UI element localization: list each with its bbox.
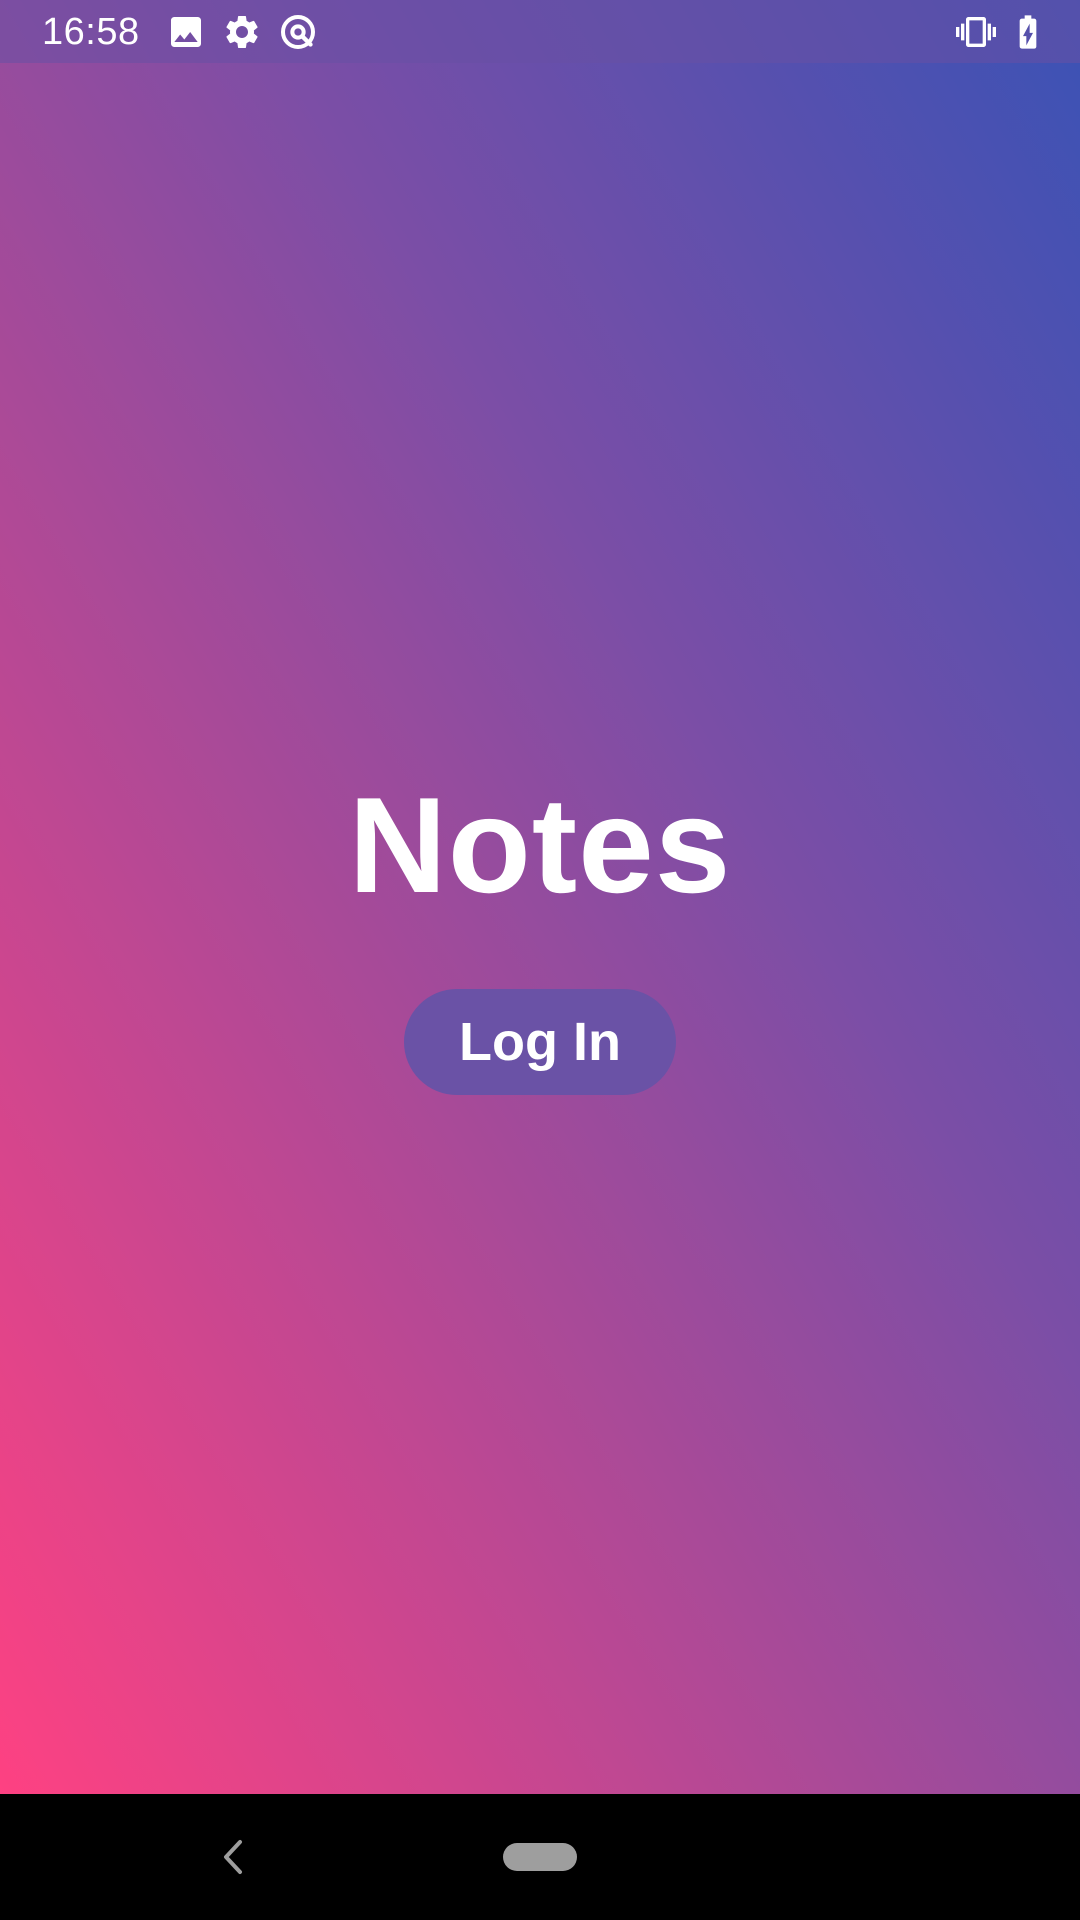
status-bar: 16:58 <box>0 0 1080 63</box>
image-icon <box>171 17 201 47</box>
login-button[interactable]: Log In <box>404 989 676 1095</box>
status-time: 16:58 <box>42 11 140 53</box>
battery-charging-icon <box>1019 15 1037 49</box>
back-icon[interactable] <box>218 1834 248 1880</box>
app-screen: 16:58 Notes Log In <box>0 0 1080 1794</box>
home-pill-icon[interactable] <box>503 1843 577 1871</box>
at-sync-icon <box>281 15 315 49</box>
app-title: Notes <box>348 769 732 921</box>
navigation-bar <box>0 1794 1080 1920</box>
settings-gear-icon <box>226 15 258 48</box>
vibrate-icon <box>956 17 996 47</box>
